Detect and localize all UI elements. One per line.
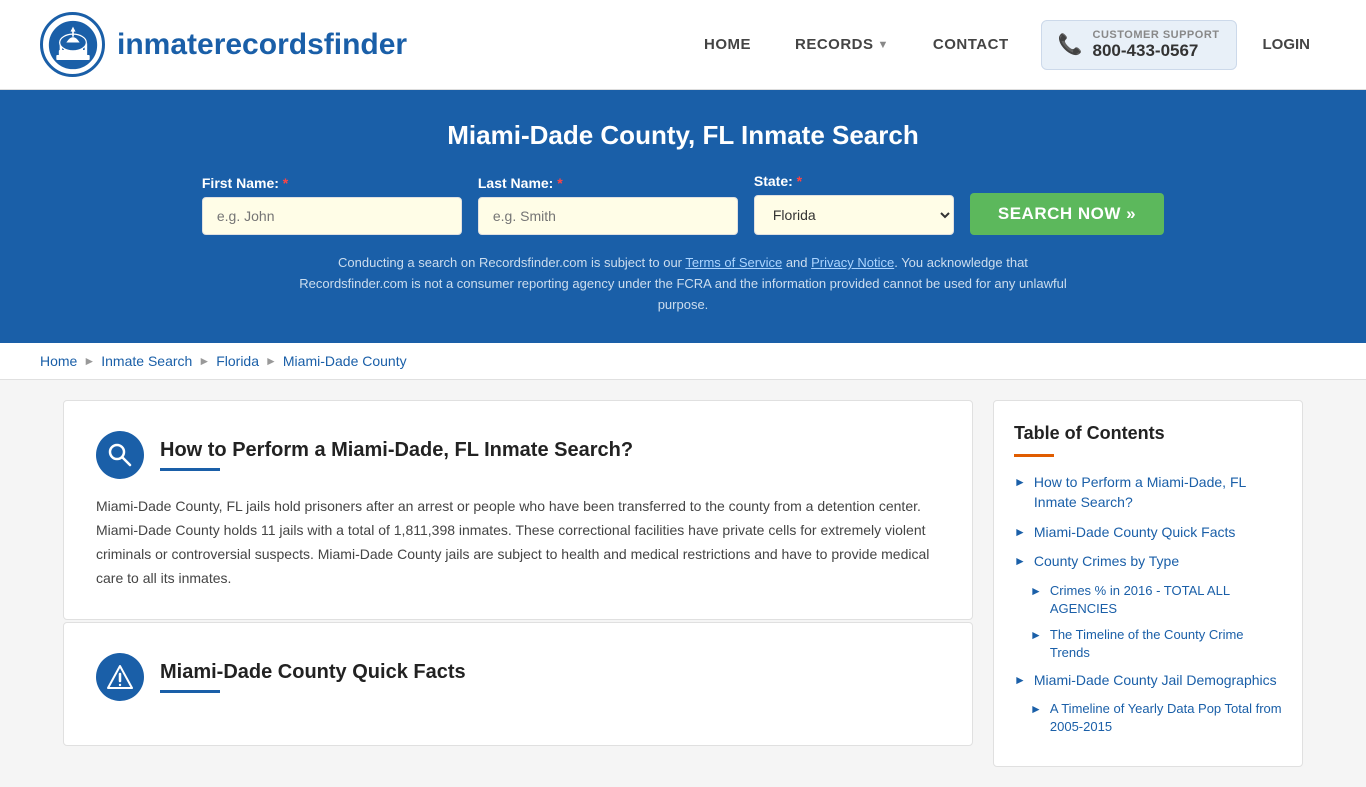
card-how-to: How to Perform a Miami-Dade, FL Inmate S…: [63, 400, 973, 619]
privacy-link[interactable]: Privacy Notice: [811, 255, 894, 270]
search-banner: Miami-Dade County, FL Inmate Search Firs…: [0, 90, 1366, 343]
toc-item-4[interactable]: ► The Timeline of the County Crime Trend…: [1030, 626, 1282, 662]
nav-login[interactable]: LOGIN: [1247, 26, 1327, 63]
breadcrumb: Home ► Inmate Search ► Florida ► Miami-D…: [0, 343, 1366, 380]
toc-item-0[interactable]: ► How to Perform a Miami-Dade, FL Inmate…: [1014, 473, 1282, 512]
toc-item-5[interactable]: ► Miami-Dade County Jail Demographics: [1014, 671, 1282, 691]
state-group: State: * Florida Alabama Alaska Arizona …: [754, 173, 954, 235]
card-quick-facts-header: Miami-Dade County Quick Facts: [96, 653, 940, 701]
last-name-label: Last Name: *: [478, 175, 738, 191]
breadcrumb-sep-1: ►: [83, 354, 95, 368]
content-left: How to Perform a Miami-Dade, FL Inmate S…: [63, 400, 973, 747]
phone-icon: 📞: [1058, 32, 1083, 57]
last-name-input[interactable]: [478, 197, 738, 235]
nav-home[interactable]: HOME: [682, 26, 773, 63]
toc-link-4[interactable]: The Timeline of the County Crime Trends: [1050, 626, 1282, 662]
card-how-to-header: How to Perform a Miami-Dade, FL Inmate S…: [96, 431, 940, 479]
main-nav: HOME RECORDS ▼ CONTACT 📞 CUSTOMER SUPPOR…: [682, 20, 1326, 70]
toc-item-3[interactable]: ► Crimes % in 2016 - TOTAL ALL AGENCIES: [1030, 582, 1282, 618]
required-star-state: *: [797, 173, 802, 189]
card-quick-facts-underline: [160, 690, 220, 693]
breadcrumb-miami-dade: Miami-Dade County: [283, 353, 407, 369]
toc-item-1[interactable]: ► Miami-Dade County Quick Facts: [1014, 523, 1282, 543]
content-right-sidebar: Table of Contents ► How to Perform a Mia…: [993, 400, 1303, 767]
disclaimer-text: Conducting a search on Recordsfinder.com…: [283, 253, 1083, 315]
chevron-right-icon-0: ►: [1014, 475, 1026, 489]
first-name-label: First Name: *: [202, 175, 462, 191]
toc-link-3[interactable]: Crimes % in 2016 - TOTAL ALL AGENCIES: [1050, 582, 1282, 618]
search-icon-circle: [96, 431, 144, 479]
support-box: 📞 CUSTOMER SUPPORT 800-433-0567: [1041, 20, 1237, 70]
state-label: State: *: [754, 173, 954, 189]
main-content: How to Perform a Miami-Dade, FL Inmate S…: [43, 400, 1323, 767]
toc-link-1[interactable]: Miami-Dade County Quick Facts: [1034, 523, 1236, 543]
state-select[interactable]: Florida Alabama Alaska Arizona Californi…: [754, 195, 954, 235]
terms-link[interactable]: Terms of Service: [685, 255, 782, 270]
toc-sub-group-2: ► A Timeline of Yearly Data Pop Total fr…: [1030, 700, 1282, 736]
toc-sub-group: ► Crimes % in 2016 - TOTAL ALL AGENCIES …: [1030, 582, 1282, 663]
logo-text: inmaterecordsfinder: [117, 28, 407, 62]
first-name-group: First Name: *: [202, 175, 462, 235]
card-how-to-body: Miami-Dade County, FL jails hold prisone…: [96, 495, 940, 590]
alert-icon: [107, 664, 133, 690]
chevron-right-icon-4: ►: [1030, 628, 1042, 642]
chevron-right-icon-3: ►: [1030, 584, 1042, 598]
nav-records[interactable]: RECORDS ▼: [773, 26, 911, 63]
breadcrumb-inmate-search[interactable]: Inmate Search: [101, 353, 192, 369]
chevron-right-icon-6: ►: [1030, 702, 1042, 716]
logo-area: inmaterecordsfinder: [40, 12, 407, 77]
toc-link-6[interactable]: A Timeline of Yearly Data Pop Total from…: [1050, 700, 1282, 736]
breadcrumb-home[interactable]: Home: [40, 353, 77, 369]
toc-link-5[interactable]: Miami-Dade County Jail Demographics: [1034, 671, 1277, 691]
search-banner-title: Miami-Dade County, FL Inmate Search: [40, 120, 1326, 151]
last-name-group: Last Name: *: [478, 175, 738, 235]
chevron-right-icon-1: ►: [1014, 525, 1026, 539]
header: inmaterecordsfinder HOME RECORDS ▼ CONTA…: [0, 0, 1366, 90]
toc-title: Table of Contents: [1014, 423, 1282, 444]
required-star-first: *: [283, 175, 288, 191]
required-star-last: *: [557, 175, 562, 191]
toc-link-2[interactable]: County Crimes by Type: [1034, 552, 1179, 572]
chevron-down-icon: ▼: [878, 39, 889, 51]
chevron-right-icon-5: ►: [1014, 673, 1026, 687]
card-how-to-underline: [160, 468, 220, 471]
first-name-input[interactable]: [202, 197, 462, 235]
chevron-right-icon-2: ►: [1014, 554, 1026, 568]
card-how-to-title: How to Perform a Miami-Dade, FL Inmate S…: [160, 439, 633, 462]
search-form: First Name: * Last Name: * State: * Flor…: [40, 173, 1326, 235]
toc-divider: [1014, 454, 1054, 457]
breadcrumb-sep-2: ►: [198, 354, 210, 368]
logo-icon: [40, 12, 105, 77]
toc-link-0[interactable]: How to Perform a Miami-Dade, FL Inmate S…: [1034, 473, 1282, 512]
breadcrumb-florida[interactable]: Florida: [216, 353, 259, 369]
card-quick-facts-title: Miami-Dade County Quick Facts: [160, 661, 466, 684]
toc-card: Table of Contents ► How to Perform a Mia…: [993, 400, 1303, 767]
support-label: CUSTOMER SUPPORT: [1093, 29, 1220, 41]
support-phone[interactable]: 800-433-0567: [1093, 41, 1220, 61]
breadcrumb-sep-3: ►: [265, 354, 277, 368]
alert-icon-circle: [96, 653, 144, 701]
search-button[interactable]: SEARCH NOW »: [970, 193, 1164, 235]
toc-item-6[interactable]: ► A Timeline of Yearly Data Pop Total fr…: [1030, 700, 1282, 736]
search-icon: [107, 442, 133, 468]
card-quick-facts: Miami-Dade County Quick Facts: [63, 622, 973, 746]
nav-contact[interactable]: CONTACT: [911, 26, 1031, 63]
toc-item-2[interactable]: ► County Crimes by Type: [1014, 552, 1282, 572]
